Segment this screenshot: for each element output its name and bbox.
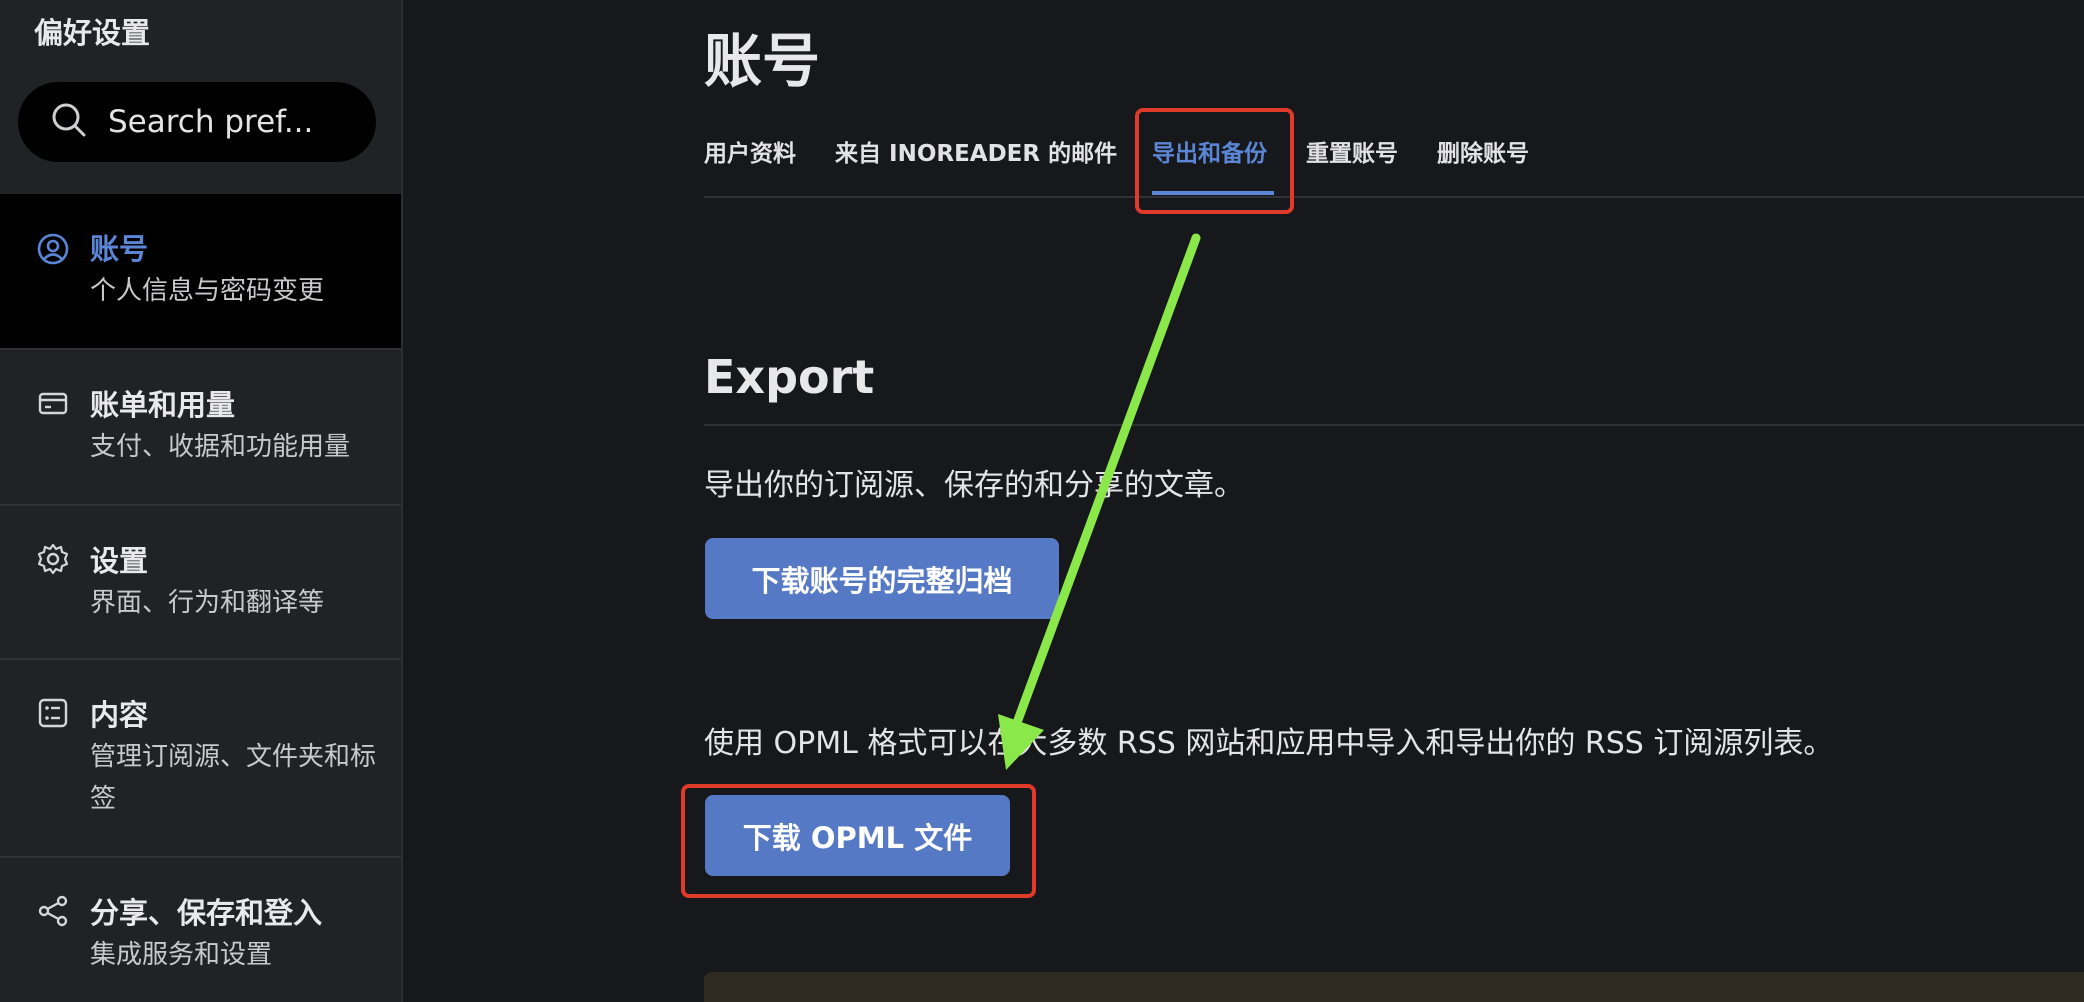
- tab-bar: 用户资料 来自 INOREADER 的邮件 导出和备份 重置账号 删除账号: [704, 128, 2084, 198]
- section-divider: [704, 424, 2084, 426]
- sidebar-item-label: 账单和用量: [90, 388, 236, 422]
- gear-icon: [36, 542, 70, 576]
- share-icon: [36, 894, 70, 928]
- list-icon: [36, 696, 70, 730]
- sidebar-item-desc: 个人信息与密码变更: [90, 276, 325, 306]
- sidebar-item-label: 分享、保存和登入: [90, 896, 323, 930]
- sidebar-item-content[interactable]: 内容 管理订阅源、文件夹和标签: [0, 660, 401, 858]
- sidebar: 偏好设置 Search pref... 账号 个人信息与密码变更 账单和用量 支…: [0, 0, 403, 1002]
- tab-delete-account[interactable]: 删除账号: [1437, 134, 1529, 168]
- sidebar-item-label: 设置: [90, 544, 149, 578]
- tab-reset-account[interactable]: 重置账号: [1306, 134, 1398, 168]
- credit-card-icon: [36, 386, 70, 420]
- preferences-app: 偏好设置 Search pref... 账号 个人信息与密码变更 账单和用量 支…: [0, 0, 2084, 1002]
- annotation-highlight-tab: [1135, 108, 1294, 214]
- sidebar-item-label: 内容: [90, 698, 149, 732]
- sidebar-item-desc: 支付、收据和功能用量: [90, 432, 351, 462]
- search-input[interactable]: Search pref...: [108, 104, 313, 140]
- sidebar-item-share[interactable]: 分享、保存和登入 集成服务和设置: [0, 858, 401, 1002]
- download-archive-button[interactable]: 下载账号的完整归档: [705, 538, 1059, 619]
- opml-description: 使用 OPML 格式可以在大多数 RSS 网站和应用中导入和导出你的 RSS 订…: [704, 726, 1834, 761]
- tab-emails[interactable]: 来自 INOREADER 的邮件: [835, 134, 1117, 168]
- annotation-highlight-opml-button: [681, 784, 1036, 898]
- sidebar-item-desc: 界面、行为和翻译等: [90, 588, 325, 618]
- bottom-banner: [704, 972, 2084, 1002]
- tab-profile[interactable]: 用户资料: [704, 134, 796, 168]
- sidebar-item-label: 账号: [90, 232, 149, 266]
- sidebar-item-desc: 集成服务和设置: [90, 940, 273, 970]
- sidebar-item-settings[interactable]: 设置 界面、行为和翻译等: [0, 506, 401, 660]
- search-icon: [50, 101, 88, 143]
- export-description: 导出你的订阅源、保存的和分享的文章。: [704, 468, 1244, 503]
- sidebar-item-desc: 管理订阅源、文件夹和标签: [90, 742, 377, 814]
- search-box[interactable]: Search pref...: [18, 82, 376, 162]
- sidebar-item-account[interactable]: 账号 个人信息与密码变更: [0, 194, 401, 350]
- user-circle-icon: [36, 232, 70, 266]
- section-title-export: Export: [704, 350, 875, 404]
- page-title: 账号: [704, 27, 821, 95]
- sidebar-item-billing[interactable]: 账单和用量 支付、收据和功能用量: [0, 350, 401, 506]
- sidebar-title: 偏好设置: [34, 16, 151, 50]
